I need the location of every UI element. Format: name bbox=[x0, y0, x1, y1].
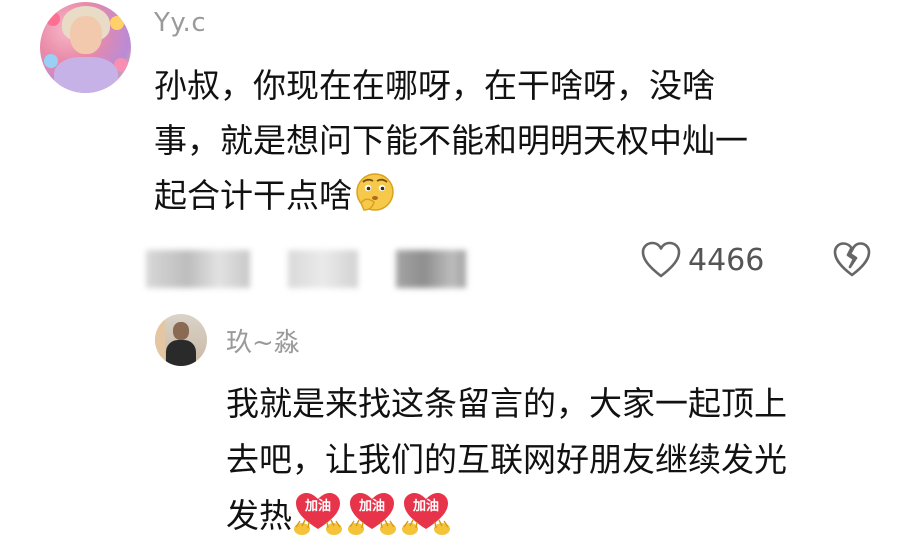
sticker-label: 加油 bbox=[358, 498, 385, 514]
jiayou-sticker-icon: 加油 bbox=[292, 491, 344, 537]
like-count: 4466 bbox=[688, 242, 765, 278]
thinking-emoji-icon bbox=[356, 172, 394, 211]
jiayou-sticker-icon: 加油 bbox=[400, 491, 452, 537]
commenter-avatar[interactable] bbox=[40, 2, 131, 93]
broken-heart-icon[interactable] bbox=[832, 240, 872, 280]
comment-line: 起合计干点啥 bbox=[154, 176, 352, 215]
replier-username[interactable]: 玖~淼 bbox=[226, 322, 300, 359]
sticker-label: 加油 bbox=[412, 498, 439, 514]
reply-line: 去吧，让我们的互联网好朋友继续发光 bbox=[226, 440, 787, 479]
comment-line: 孙叔，你现在在哪呀，在干啥呀，没啥 bbox=[154, 66, 715, 105]
comment-line: 事，就是想问下能不能和明明天权中灿一 bbox=[154, 121, 748, 160]
redacted-meta-1 bbox=[146, 250, 250, 288]
reply-body: 我就是来找这条留言的，大家一起顶上 去吧，让我们的互联网好朋友继续发光 发热 加… bbox=[226, 376, 896, 544]
replier-avatar[interactable] bbox=[155, 314, 207, 366]
reply-line: 发热 bbox=[226, 496, 292, 535]
redacted-meta-3 bbox=[396, 250, 466, 288]
commenter-username[interactable]: Yy.c bbox=[154, 8, 206, 38]
like-button[interactable]: 4466 bbox=[640, 238, 764, 282]
heart-outline-icon[interactable] bbox=[640, 240, 682, 280]
sticker-label: 加油 bbox=[304, 498, 331, 514]
reply-line: 我就是来找这条留言的，大家一起顶上 bbox=[226, 384, 787, 423]
jiayou-sticker-icon: 加油 bbox=[346, 491, 398, 537]
comment-body: 孙叔，你现在在哪呀，在干啥呀，没啥 事，就是想问下能不能和明明天权中灿一 起合计干点… bbox=[154, 58, 874, 223]
redacted-meta-2 bbox=[288, 250, 358, 288]
